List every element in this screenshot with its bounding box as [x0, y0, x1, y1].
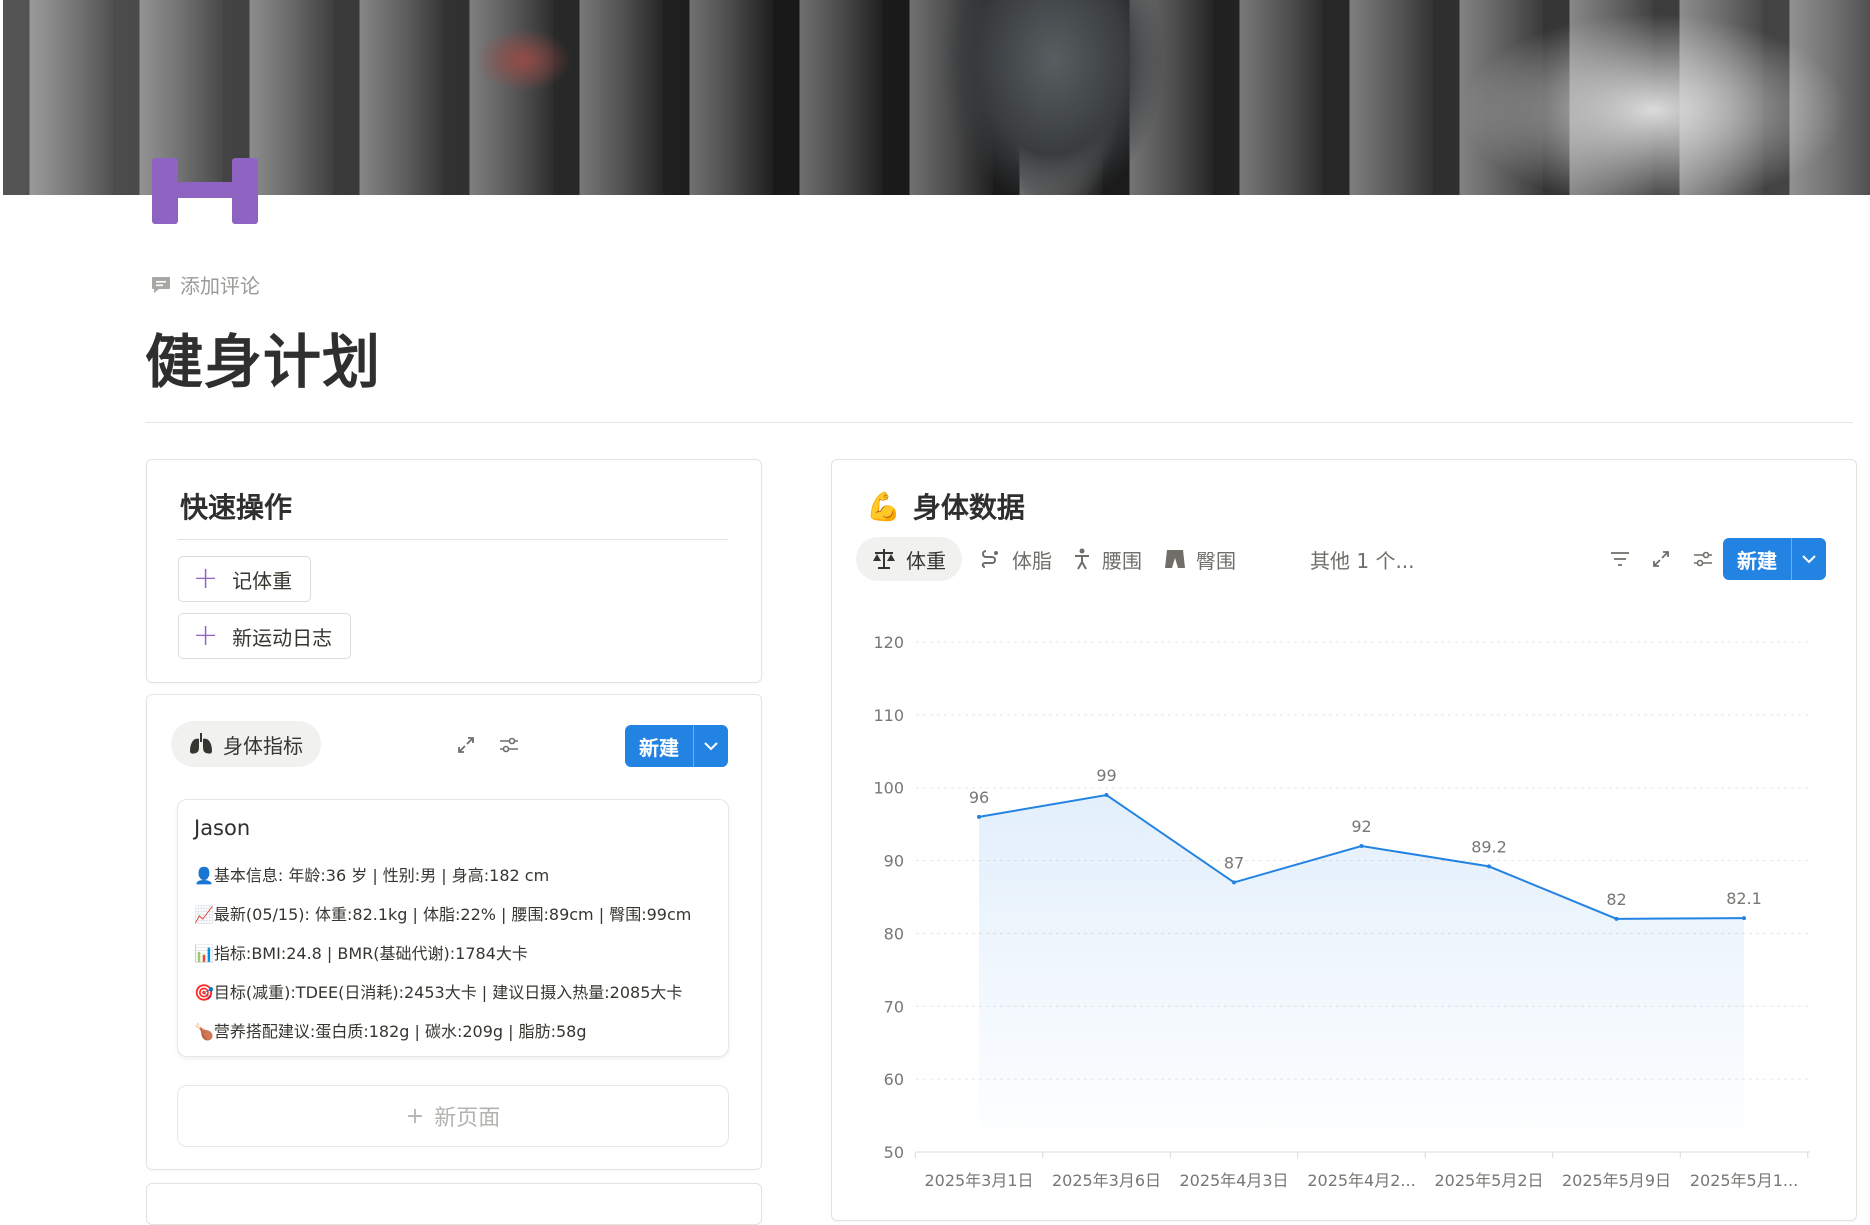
- person-icon: [1075, 548, 1089, 570]
- new-button-label[interactable]: 新建: [1723, 538, 1791, 580]
- data-point: [1359, 844, 1364, 848]
- x-tick-label: 2025年5月9日: [1562, 1171, 1671, 1190]
- tab-hip-label: 臀围: [1196, 548, 1236, 573]
- chevron-down-icon[interactable]: [693, 725, 728, 767]
- data-label: 82.1: [1726, 889, 1762, 908]
- new-page-button[interactable]: + 新页面: [177, 1085, 729, 1147]
- shorts-icon: [1165, 550, 1185, 568]
- y-tick-label: 50: [884, 1143, 904, 1162]
- log-weight-button[interactable]: + 记体重: [178, 556, 312, 602]
- weight-line-chart: 50 60 70 80 90 100 110 120 2025年3月1日 2025年3月6日 202…: [873, 633, 1810, 1190]
- new-button[interactable]: 新建: [1723, 538, 1826, 580]
- divider: [178, 539, 728, 540]
- dumbbell-icon[interactable]: [150, 158, 260, 224]
- tab-more-label: 其他 1 个...: [1310, 548, 1415, 573]
- new-button-label[interactable]: 新建: [625, 725, 693, 767]
- lungs-icon: [190, 733, 212, 754]
- y-tick-label: 110: [873, 706, 904, 725]
- x-tick-label: 2025年5月1...: [1690, 1171, 1798, 1190]
- data-point: [1742, 916, 1746, 921]
- body-metrics-view-tab[interactable]: 身体指标: [171, 721, 321, 767]
- quick-actions-card: 快速操作 + 记体重 + 新运动日志: [146, 459, 762, 683]
- new-workout-log-label: 新运动日志: [232, 625, 333, 650]
- add-comment-label: 添加评论: [180, 274, 260, 298]
- quick-actions-title: 快速操作: [180, 491, 293, 524]
- tab-hip[interactable]: 臀围: [1148, 537, 1252, 581]
- x-tick-label: 2025年5月2日: [1434, 1171, 1543, 1190]
- comment-icon: [152, 276, 170, 293]
- tab-more[interactable]: 其他 1 个...: [1294, 537, 1431, 581]
- person-name: Jason: [194, 816, 251, 840]
- data-label: 87: [1224, 853, 1244, 872]
- next-card: [146, 1183, 762, 1225]
- body-metrics-label: 身体指标: [223, 733, 303, 758]
- x-tick-label: 2025年3月1日: [924, 1171, 1033, 1190]
- settings-sliders-icon[interactable]: [495, 731, 523, 759]
- indicators-line: 📊指标:BMI:24.8 | BMR(基础代谢):1784大卡: [194, 944, 528, 963]
- expand-icon[interactable]: [1647, 545, 1675, 573]
- log-weight-label: 记体重: [232, 568, 293, 593]
- data-point: [1104, 793, 1109, 797]
- goal-line: 🎯目标(减重):TDEE(日消耗):2453大卡 | 建议日摄入热量:2085大…: [194, 983, 683, 1002]
- y-tick-label: 100: [873, 779, 904, 798]
- data-label: 89.2: [1471, 837, 1507, 856]
- data-point: [1614, 916, 1619, 921]
- settings-sliders-icon[interactable]: [1689, 545, 1717, 573]
- divider: [145, 422, 1853, 423]
- new-workout-log-button[interactable]: + 新运动日志: [178, 613, 352, 659]
- y-tick-label: 90: [884, 852, 904, 871]
- new-page-label: 新页面: [434, 1106, 501, 1131]
- new-button[interactable]: 新建: [625, 725, 728, 767]
- data-point: [1232, 880, 1236, 885]
- data-point: [1487, 864, 1491, 869]
- body-data-title-text: 身体数据: [912, 491, 1025, 524]
- tab-waist[interactable]: 腰围: [1056, 537, 1158, 581]
- tab-body-fat[interactable]: 体脂: [964, 537, 1068, 581]
- latest-measurement-line: 📈最新(05/15): 体重:82.1kg | 体脂:22% | 腰围:89cm…: [194, 905, 692, 924]
- x-tick-label: 2025年3月6日: [1052, 1171, 1161, 1190]
- body-data-card: 💪 身体数据 体重 体脂 腰围 臀围 其他 1 个... 新建 50 60 70…: [831, 459, 1857, 1221]
- data-label: 82: [1606, 890, 1626, 909]
- body-fat-icon: [981, 550, 998, 568]
- data-label: 99: [1096, 766, 1116, 785]
- nutrition-line: 🍗营养搭配建议:蛋白质:182g | 碳水:209g | 脂肪:58g: [194, 1022, 587, 1041]
- x-tick-label: 2025年4月2...: [1307, 1171, 1415, 1190]
- tab-weight-label: 体重: [906, 548, 946, 573]
- y-tick-label: 120: [873, 633, 904, 652]
- y-tick-label: 80: [884, 924, 904, 943]
- expand-icon[interactable]: [452, 731, 480, 759]
- data-label: 96: [969, 788, 989, 807]
- tab-body-fat-label: 体脂: [1012, 548, 1052, 573]
- plus-icon: +: [193, 618, 219, 653]
- tab-weight[interactable]: 体重: [856, 537, 962, 581]
- data-label: 92: [1351, 817, 1371, 836]
- plus-icon: +: [193, 561, 219, 596]
- person-card[interactable]: Jason 👤基本信息: 年龄:36 岁 | 性别:男 | 身高:182 cm …: [177, 799, 729, 1057]
- plus-icon: +: [405, 1103, 425, 1129]
- tab-waist-label: 腰围: [1102, 548, 1142, 573]
- y-tick-label: 60: [884, 1070, 904, 1089]
- filter-icon[interactable]: [1606, 545, 1634, 573]
- chevron-down-icon[interactable]: [1791, 538, 1826, 580]
- body-metrics-card: 身体指标 新建 Jason 👤基本信息: 年龄:36 岁 | 性别:男 | 身高…: [146, 694, 762, 1170]
- scale-icon: [873, 549, 895, 569]
- page-title: 健身计划: [145, 328, 382, 396]
- basic-info-line: 👤基本信息: 年龄:36 岁 | 性别:男 | 身高:182 cm: [194, 866, 550, 885]
- y-tick-label: 70: [884, 997, 904, 1016]
- x-tick-label: 2025年4月3日: [1179, 1171, 1288, 1190]
- body-data-title: 💪 身体数据: [866, 486, 1025, 526]
- flexed-biceps-icon: 💪: [866, 489, 901, 523]
- add-comment-button[interactable]: 添加评论: [150, 270, 260, 299]
- data-point: [977, 814, 981, 819]
